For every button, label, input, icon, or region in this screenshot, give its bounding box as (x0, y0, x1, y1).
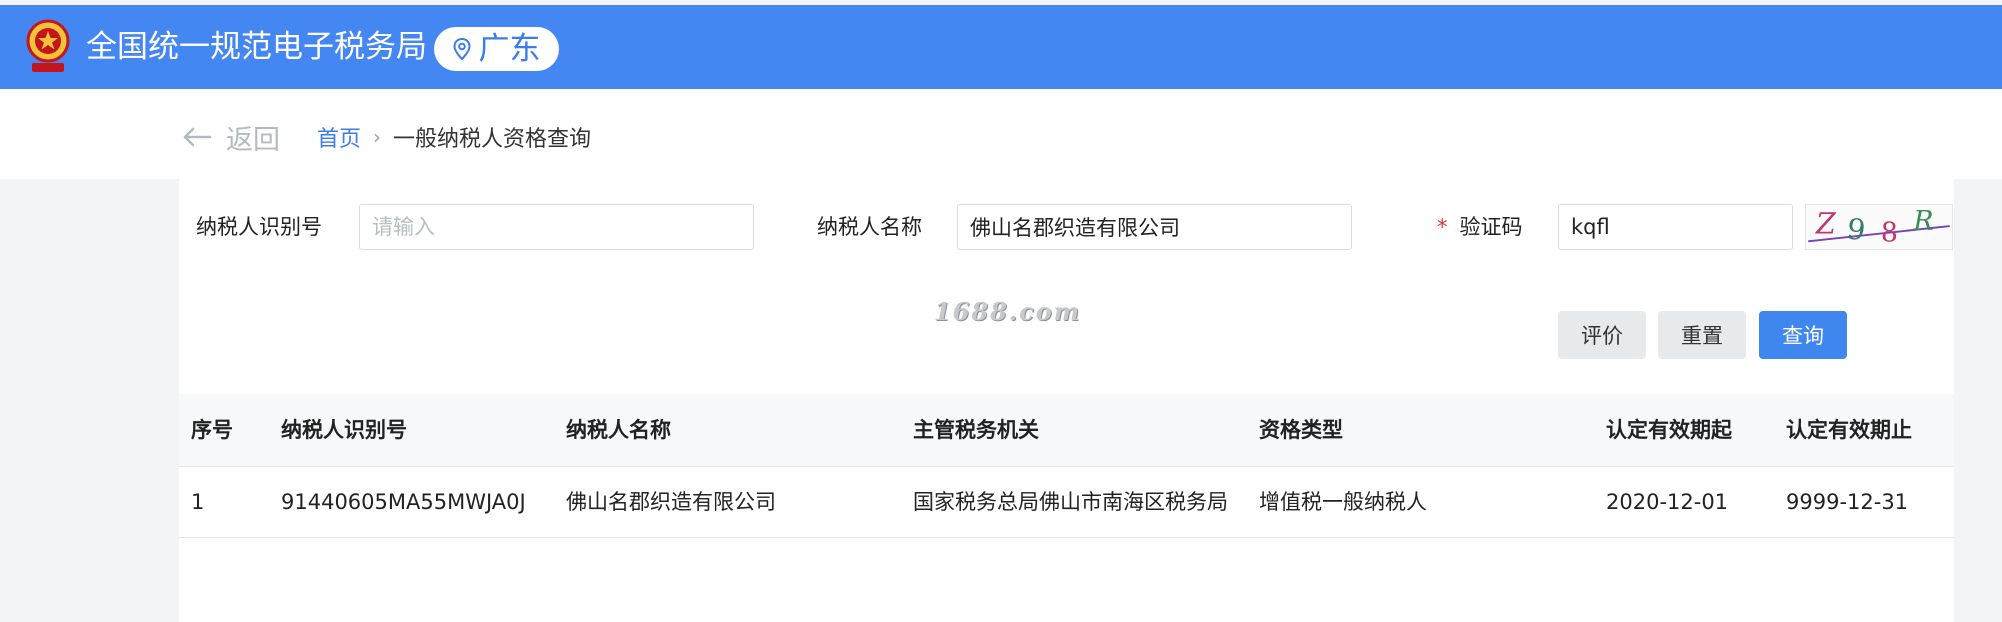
table-cell: 增值税一般纳税人 (1259, 490, 1427, 514)
captcha-char: 9 (1845, 211, 1868, 247)
column-header: 认定有效期起 (1606, 418, 1732, 442)
taxpayer-id-input[interactable] (359, 204, 754, 250)
reset-button[interactable]: 重置 (1658, 311, 1746, 359)
captcha-char: Z (1815, 207, 1837, 241)
breadcrumb-home-link[interactable]: 首页 (317, 121, 361, 153)
breadcrumb-current: 一般纳税人资格查询 (393, 127, 592, 152)
watermark-text: 1688.com (934, 297, 1082, 326)
back-label: 返回 (226, 124, 280, 156)
table-cell: 国家税务总局佛山市南海区税务局 (913, 490, 1228, 514)
taxpayer-name-label: 纳税人名称 (817, 215, 922, 239)
top-header-bar: 全国统一规范电子税务局 广东 (0, 5, 2002, 89)
column-header: 主管税务机关 (913, 418, 1039, 442)
captcha-char: 8 (1881, 217, 1898, 248)
captcha-input[interactable] (1558, 204, 1793, 250)
table-cell: 2020-12-01 (1606, 490, 1729, 514)
nav-bar: 返回 首页 › 一般纳税人资格查询 (0, 89, 2002, 179)
column-header: 序号 (191, 418, 233, 442)
table-header-row: 序号 纳税人识别号 纳税人名称 主管税务机关 资格类型 认定有效期起 认定有效期… (179, 394, 1954, 467)
tax-emblem-icon (24, 17, 72, 79)
column-header: 纳税人识别号 (281, 418, 407, 442)
column-header: 认定有效期止 (1786, 418, 1912, 442)
table-cell: 1 (191, 490, 205, 514)
evaluate-button[interactable]: 评价 (1558, 311, 1646, 359)
back-button[interactable]: 返回 (182, 119, 280, 156)
arrow-left-icon (183, 127, 212, 147)
table-cell: 9999-12-31 (1786, 490, 1909, 514)
breadcrumb: 首页 › 一般纳税人资格查询 (317, 119, 591, 155)
captcha-label: 验证码 (1459, 215, 1523, 239)
taxpayer-id-label: 纳税人识别号 (196, 215, 322, 239)
required-mark: * (1437, 215, 1448, 239)
captcha-label-wrap: * 验证码 (1437, 212, 1523, 242)
chevron-right-icon: › (373, 125, 382, 149)
query-panel: 纳税人识别号 纳税人名称 * 验证码 Z 9 8 R 1688.com 评价 重置… (179, 179, 1954, 622)
column-header: 资格类型 (1259, 418, 1343, 442)
location-pin-icon (452, 37, 471, 61)
region-selector[interactable]: 广东 (434, 27, 559, 71)
captcha-char: R (1912, 206, 1933, 237)
column-header: 纳税人名称 (566, 418, 671, 442)
captcha-image[interactable]: Z 9 8 R (1805, 204, 1953, 250)
query-button[interactable]: 查询 (1759, 311, 1847, 359)
taxpayer-name-input[interactable] (957, 204, 1352, 250)
table-cell: 91440605MA55MWJA0J (281, 490, 526, 514)
region-label: 广东 (478, 31, 541, 67)
site-title: 全国统一规范电子税务局 (86, 29, 427, 65)
table-row[interactable]: 1 91440605MA55MWJA0J 佛山名郡织造有限公司 国家税务总局佛山… (179, 467, 1954, 538)
table-cell: 佛山名郡织造有限公司 (566, 490, 776, 514)
